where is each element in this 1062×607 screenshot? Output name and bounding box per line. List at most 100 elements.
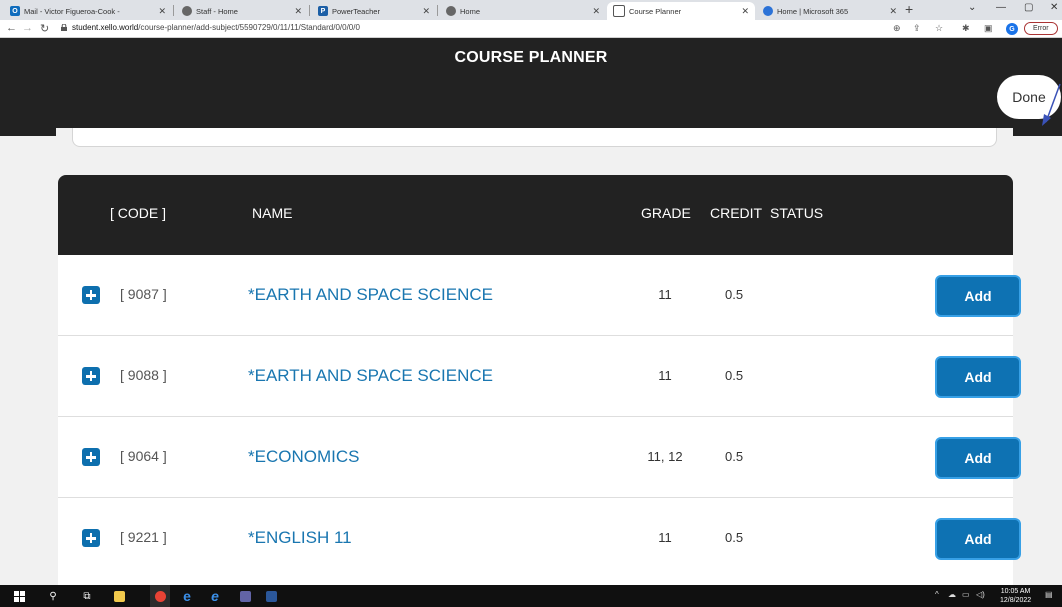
table-header: [ CODE ] NAME GRADE CREDIT STATUS [58, 175, 1013, 255]
error-indicator[interactable]: Error [1024, 22, 1058, 35]
browser-tab-microsoft365[interactable]: Home | Microsoft 365 ✕ [757, 2, 903, 20]
close-icon[interactable]: ✕ [741, 6, 749, 17]
clock-time: 10:05 AM [1000, 588, 1031, 595]
word-icon[interactable] [262, 585, 280, 607]
add-course-button[interactable]: Add [935, 356, 1021, 398]
course-code: [ 9087 ] [120, 286, 167, 302]
page-title: COURSE PLANNER [454, 49, 608, 66]
add-course-button[interactable]: Add [935, 275, 1021, 317]
zoom-icon[interactable]: ⊕ [893, 23, 901, 34]
url-path: /course-planner/add-subject/5590729/0/11… [138, 23, 360, 32]
filter-panel [56, 128, 1013, 160]
course-grade: 11 [658, 287, 672, 302]
volume-icon[interactable]: ◁) [976, 590, 985, 599]
tray-chevron-icon[interactable]: ^ [935, 590, 939, 599]
windows-start-icon[interactable] [10, 585, 28, 607]
search-icon[interactable]: ⚲ [44, 585, 62, 607]
course-grade: 11, 12 [647, 449, 683, 464]
browser-tab-course-planner[interactable]: Course Planner ✕ [607, 2, 755, 20]
table-row: [ 9221 ] *ENGLISH 11 11 0.5 Add [58, 498, 1021, 579]
extensions-icon[interactable]: ✱ [962, 23, 970, 34]
table-row: [ 9088 ] *EARTH AND SPACE SCIENCE 11 0.5… [58, 336, 1021, 417]
course-name-link[interactable]: *ENGLISH 11 [248, 528, 352, 548]
header-grade: GRADE [641, 205, 691, 221]
lock-icon [61, 24, 67, 31]
table-row: [ 9064 ] *ECONOMICS 11, 12 0.5 Add [58, 417, 1021, 498]
course-name-link[interactable]: *EARTH AND SPACE SCIENCE [248, 285, 493, 305]
microsoft365-icon [763, 6, 773, 16]
tab-label: Mail - Victor Figueroa-Cook - [24, 6, 120, 16]
browser-tab-home[interactable]: Home ✕ [440, 2, 606, 20]
internet-explorer-icon[interactable]: e [206, 585, 224, 607]
course-credit: 0.5 [725, 287, 744, 302]
search-panel-bottom [72, 128, 997, 147]
expand-plus-icon[interactable] [82, 286, 100, 304]
header-code: [ CODE ] [110, 205, 167, 221]
system-clock[interactable]: 10:05 AM 12/8/2022 [1000, 587, 1031, 605]
course-grade: 11 [658, 368, 672, 383]
network-icon[interactable]: ▭ [962, 590, 970, 599]
course-list: [ 9087 ] *EARTH AND SPACE SCIENCE 11 0.5… [58, 255, 1021, 585]
close-icon[interactable]: ✕ [422, 6, 430, 17]
tab-label: Course Planner [629, 6, 682, 16]
edge-icon[interactable]: e [178, 585, 196, 607]
maximize-button[interactable]: ▢ [1024, 2, 1033, 13]
url-field[interactable]: student.xello.world/course-planner/add-s… [72, 23, 360, 32]
close-icon[interactable]: ✕ [294, 6, 302, 17]
browser-tab-powerteacher[interactable]: P PowerTeacher ✕ [312, 2, 436, 20]
browser-tab-mail[interactable]: O Mail - Victor Figueroa-Cook - ✕ [4, 2, 172, 20]
header-name: NAME [252, 205, 293, 221]
course-credit: 0.5 [725, 449, 744, 464]
file-explorer-icon[interactable] [110, 585, 128, 607]
minimize-button[interactable]: — [996, 2, 1006, 13]
tab-label: Staff - Home [196, 6, 238, 16]
windows-taskbar: ⚲ ⧉ e e ^ ☁ ▭ ◁) 10:05 AM 12/8/2022 ▤ [0, 585, 1062, 607]
add-course-button[interactable]: Add [935, 437, 1021, 479]
teams-icon[interactable] [236, 585, 254, 607]
browser-tab-strip: O Mail - Victor Figueroa-Cook - ✕ Staff … [0, 0, 1062, 20]
reload-icon[interactable]: ↻ [40, 22, 49, 35]
course-name-link[interactable]: *ECONOMICS [248, 447, 359, 467]
header-credit: CREDIT [710, 205, 763, 221]
back-icon[interactable]: ← [6, 22, 17, 34]
chrome-icon[interactable] [150, 585, 170, 607]
close-window-button[interactable]: ✕ [1050, 2, 1058, 13]
course-code: [ 9221 ] [120, 529, 167, 545]
globe-icon [182, 6, 192, 16]
url-host: student.xello.world [72, 23, 139, 32]
tab-label: PowerTeacher [332, 6, 380, 16]
globe-icon [446, 6, 456, 16]
browser-tab-staff-home[interactable]: Staff - Home ✕ [176, 2, 308, 20]
bookmark-star-icon[interactable]: ☆ [935, 23, 943, 34]
tab-label: Home | Microsoft 365 [777, 6, 849, 16]
close-icon[interactable]: ✕ [889, 6, 897, 17]
task-view-icon[interactable]: ⧉ [78, 585, 96, 607]
course-credit: 0.5 [725, 530, 744, 545]
clock-date: 12/8/2022 [1000, 597, 1032, 604]
course-name-link[interactable]: *EARTH AND SPACE SCIENCE [248, 366, 493, 386]
notifications-icon[interactable]: ▤ [1045, 590, 1053, 599]
course-credit: 0.5 [725, 368, 744, 383]
share-icon[interactable]: ⇪ [913, 23, 921, 34]
new-tab-button[interactable]: + [905, 1, 913, 17]
xello-icon [613, 5, 625, 17]
tab-label: Home [460, 6, 481, 16]
course-grade: 11 [658, 530, 672, 545]
course-code: [ 9064 ] [120, 448, 167, 464]
expand-plus-icon[interactable] [82, 367, 100, 385]
expand-plus-icon[interactable] [82, 529, 100, 547]
header-status: STATUS [770, 205, 824, 221]
course-code: [ 9088 ] [120, 367, 167, 383]
tab-search-icon[interactable]: ⌄ [968, 2, 976, 13]
table-row: [ 9087 ] *EARTH AND SPACE SCIENCE 11 0.5… [58, 255, 1021, 336]
expand-plus-icon[interactable] [82, 448, 100, 466]
address-bar: ← → ↻ student.xello.world/course-planner… [0, 20, 1062, 38]
profile-avatar[interactable]: G [1006, 23, 1018, 35]
close-icon[interactable]: ✕ [158, 6, 166, 17]
close-icon[interactable]: ✕ [592, 6, 600, 17]
add-course-button[interactable]: Add [935, 518, 1021, 560]
sidepanel-icon[interactable]: ▣ [984, 23, 993, 34]
onedrive-icon[interactable]: ☁ [948, 590, 956, 599]
powerteacher-icon: P [318, 6, 328, 16]
forward-icon[interactable]: → [22, 22, 33, 34]
